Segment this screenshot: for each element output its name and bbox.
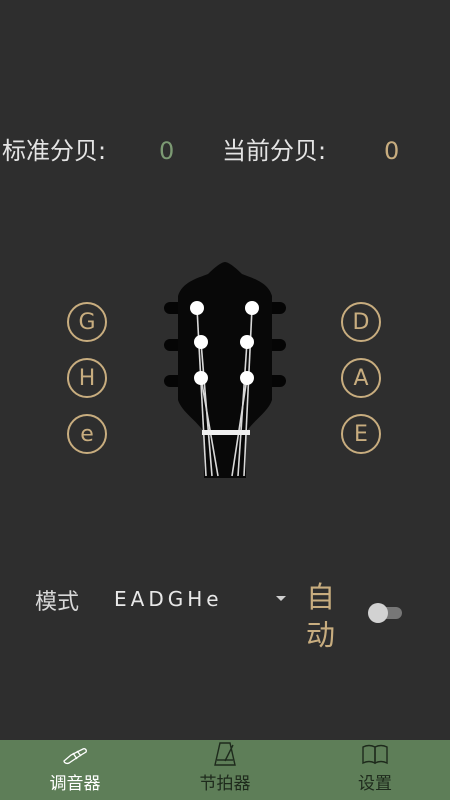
current-db-label: 当前分贝: — [222, 137, 327, 165]
peg-button-h[interactable]: H — [67, 358, 107, 398]
tuner-screen: 标准分贝: 0 当前分贝: 0 G H e D A E 模式 EADGHe 自动… — [0, 0, 450, 800]
tuner-icon — [63, 748, 87, 765]
book-icon — [362, 744, 388, 765]
nav-item-settings[interactable]: 设置 — [300, 740, 450, 800]
metronome-icon — [214, 742, 236, 766]
nav-label-settings: 设置 — [358, 774, 392, 794]
nav-item-metronome[interactable]: 节拍器 — [150, 740, 300, 800]
nav-item-tuner[interactable]: 调音器 — [0, 740, 150, 800]
mode-dropdown[interactable]: EADGHe — [108, 584, 294, 614]
peg-button-e-high[interactable]: e — [67, 414, 107, 454]
peg-button-e-low[interactable]: E — [341, 414, 381, 454]
guitar-headstock-icon — [164, 262, 286, 478]
peg-button-a[interactable]: A — [341, 358, 381, 398]
mode-label: 模式 — [35, 590, 80, 615]
standard-db-value: 0 — [159, 137, 175, 165]
auto-mode-toggle[interactable] — [368, 602, 404, 624]
mode-selected-value: EADGHe — [114, 587, 223, 611]
toggle-thumb — [368, 603, 388, 623]
auto-mode-label: 自动 — [306, 580, 336, 652]
nav-label-metronome: 节拍器 — [199, 774, 251, 794]
bottom-nav-bar: 调音器 节拍器 设置 — [0, 740, 450, 800]
nav-label-tuner: 调音器 — [49, 774, 101, 794]
peg-button-g[interactable]: G — [67, 302, 107, 342]
current-db-value: 0 — [384, 137, 400, 165]
standard-db-label: 标准分贝: — [2, 137, 107, 165]
dropdown-arrow-icon — [276, 596, 286, 601]
peg-button-d[interactable]: D — [341, 302, 381, 342]
